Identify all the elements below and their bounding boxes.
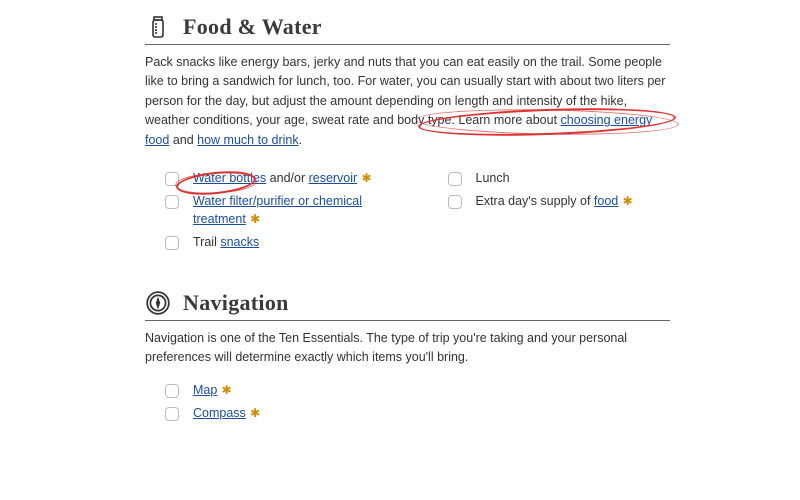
list-item: Water bottles and/or reservoir ✱ bbox=[165, 170, 388, 188]
essential-star-icon: ✱ bbox=[247, 212, 260, 226]
link-food[interactable]: food bbox=[594, 194, 618, 208]
essential-star-icon: ✱ bbox=[358, 171, 371, 185]
link-compass[interactable]: Compass bbox=[193, 406, 246, 420]
essential-star-icon: ✱ bbox=[247, 406, 260, 420]
essential-star-icon: ✱ bbox=[619, 194, 632, 208]
checklist-navigation: Map ✱ Compass ✱ bbox=[145, 382, 670, 423]
link-water-bottles[interactable]: Water bottles bbox=[193, 171, 266, 185]
list-item: Compass ✱ bbox=[165, 405, 670, 423]
section-title: Food & Water bbox=[183, 14, 322, 40]
list-item: Lunch bbox=[448, 170, 671, 188]
list-item: Trail snacks bbox=[165, 234, 388, 252]
section-title: Navigation bbox=[183, 290, 289, 316]
list-item: Map ✱ bbox=[165, 382, 670, 400]
list-item: Water filter/purifier or chemical treatm… bbox=[165, 193, 388, 228]
checkbox[interactable] bbox=[448, 172, 462, 186]
section-description: Navigation is one of the Ten Essentials.… bbox=[145, 329, 670, 368]
link-map[interactable]: Map bbox=[193, 383, 217, 397]
list-item: Extra day's supply of food ✱ bbox=[448, 193, 671, 211]
section-navigation: Navigation Navigation is one of the Ten … bbox=[0, 258, 800, 441]
water-bottle-icon bbox=[145, 14, 171, 40]
item-label: Lunch bbox=[476, 170, 510, 188]
checkbox[interactable] bbox=[165, 407, 179, 421]
section-food-water: Food & Water Pack snacks like energy bar… bbox=[0, 0, 800, 258]
link-water-filter[interactable]: Water filter/purifier or chemical treatm… bbox=[193, 194, 362, 226]
checkbox[interactable] bbox=[165, 236, 179, 250]
checklist-food: Water bottles and/or reservoir ✱ Water f… bbox=[145, 164, 670, 258]
section-description: Pack snacks like energy bars, jerky and … bbox=[145, 53, 670, 150]
checkbox[interactable] bbox=[165, 172, 179, 186]
link-snacks[interactable]: snacks bbox=[220, 235, 259, 249]
essential-star-icon: ✱ bbox=[218, 383, 231, 397]
checkbox[interactable] bbox=[448, 195, 462, 209]
checkbox[interactable] bbox=[165, 384, 179, 398]
compass-icon bbox=[145, 290, 171, 316]
link-reservoir[interactable]: reservoir bbox=[309, 171, 358, 185]
section-header: Food & Water bbox=[145, 14, 670, 45]
link-how-much-drink[interactable]: how much to drink bbox=[197, 133, 298, 147]
checkbox[interactable] bbox=[165, 195, 179, 209]
section-header: Navigation bbox=[145, 290, 670, 321]
